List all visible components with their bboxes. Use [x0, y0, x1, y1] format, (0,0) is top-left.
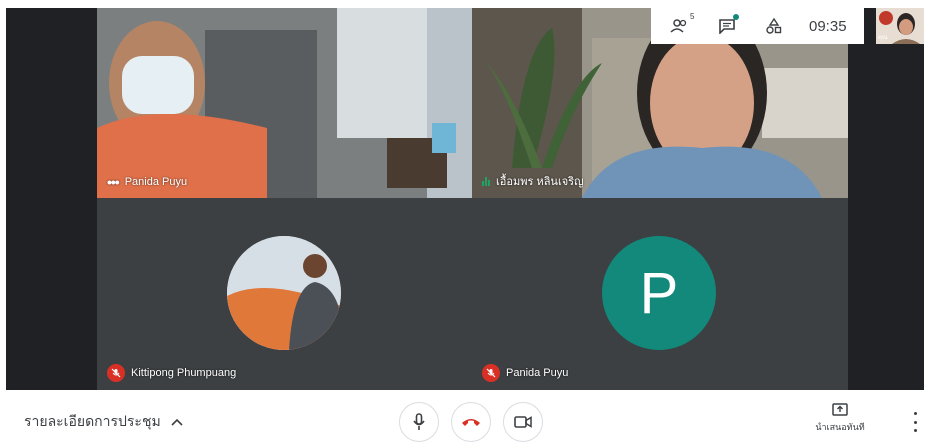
- participant-name-label: Panida Puyu: [482, 364, 568, 382]
- more-vert-icon[interactable]: [908, 412, 922, 432]
- microphone-icon: [413, 413, 425, 430]
- meeting-details-button[interactable]: รายละเอียดการประชุม: [24, 411, 183, 433]
- people-icon[interactable]: 5: [668, 12, 695, 38]
- call-controls-bar: รายละเอียดการประชุม นำเสนอทันที: [0, 390, 926, 445]
- activities-icon[interactable]: [762, 14, 786, 38]
- microphone-button[interactable]: [399, 402, 439, 442]
- participant-video: [97, 8, 472, 198]
- participant-name-label: ••• Panida Puyu: [107, 174, 188, 190]
- mic-off-icon: [107, 364, 125, 382]
- chevron-up-icon: [171, 418, 183, 426]
- meeting-top-bar: 5 09:35: [651, 8, 864, 44]
- participant-tile[interactable]: ••• Panida Puyu: [97, 8, 472, 198]
- mic-off-icon: [482, 364, 500, 382]
- people-count: 5: [689, 12, 695, 21]
- audio-level-icon: [482, 176, 490, 186]
- participant-tile[interactable]: P Panida Puyu: [472, 198, 848, 390]
- end-call-button[interactable]: [451, 402, 491, 442]
- self-view-label: คุณ: [878, 35, 888, 41]
- camera-icon: [514, 416, 532, 428]
- participant-name-label: เอื้อมพร หลินเจริญ: [482, 172, 583, 190]
- meeting-stage: ••• Panida Puyu เอื้อมพร หลินเจริญ Kitti…: [0, 0, 926, 390]
- end-call-icon: [462, 419, 480, 426]
- camera-button[interactable]: [503, 402, 543, 442]
- chat-notification-dot: [733, 14, 740, 20]
- participant-avatar-photo: [227, 236, 341, 350]
- participant-tile[interactable]: Kittipong Phumpuang: [97, 198, 472, 390]
- chat-icon[interactable]: [715, 14, 740, 38]
- present-now-button[interactable]: นำเสนอทันที: [810, 403, 870, 434]
- self-view-thumbnail[interactable]: คุณ: [876, 8, 924, 44]
- present-icon: [832, 403, 848, 416]
- participant-name-label: Kittipong Phumpuang: [107, 364, 236, 382]
- meeting-clock: 09:35: [809, 17, 847, 35]
- present-now-label: นำเสนอทันที: [815, 422, 865, 432]
- meeting-details-label: รายละเอียดการประชุม: [24, 413, 161, 429]
- more-options-icon[interactable]: •••: [107, 174, 120, 190]
- participant-avatar-letter: P: [602, 236, 716, 350]
